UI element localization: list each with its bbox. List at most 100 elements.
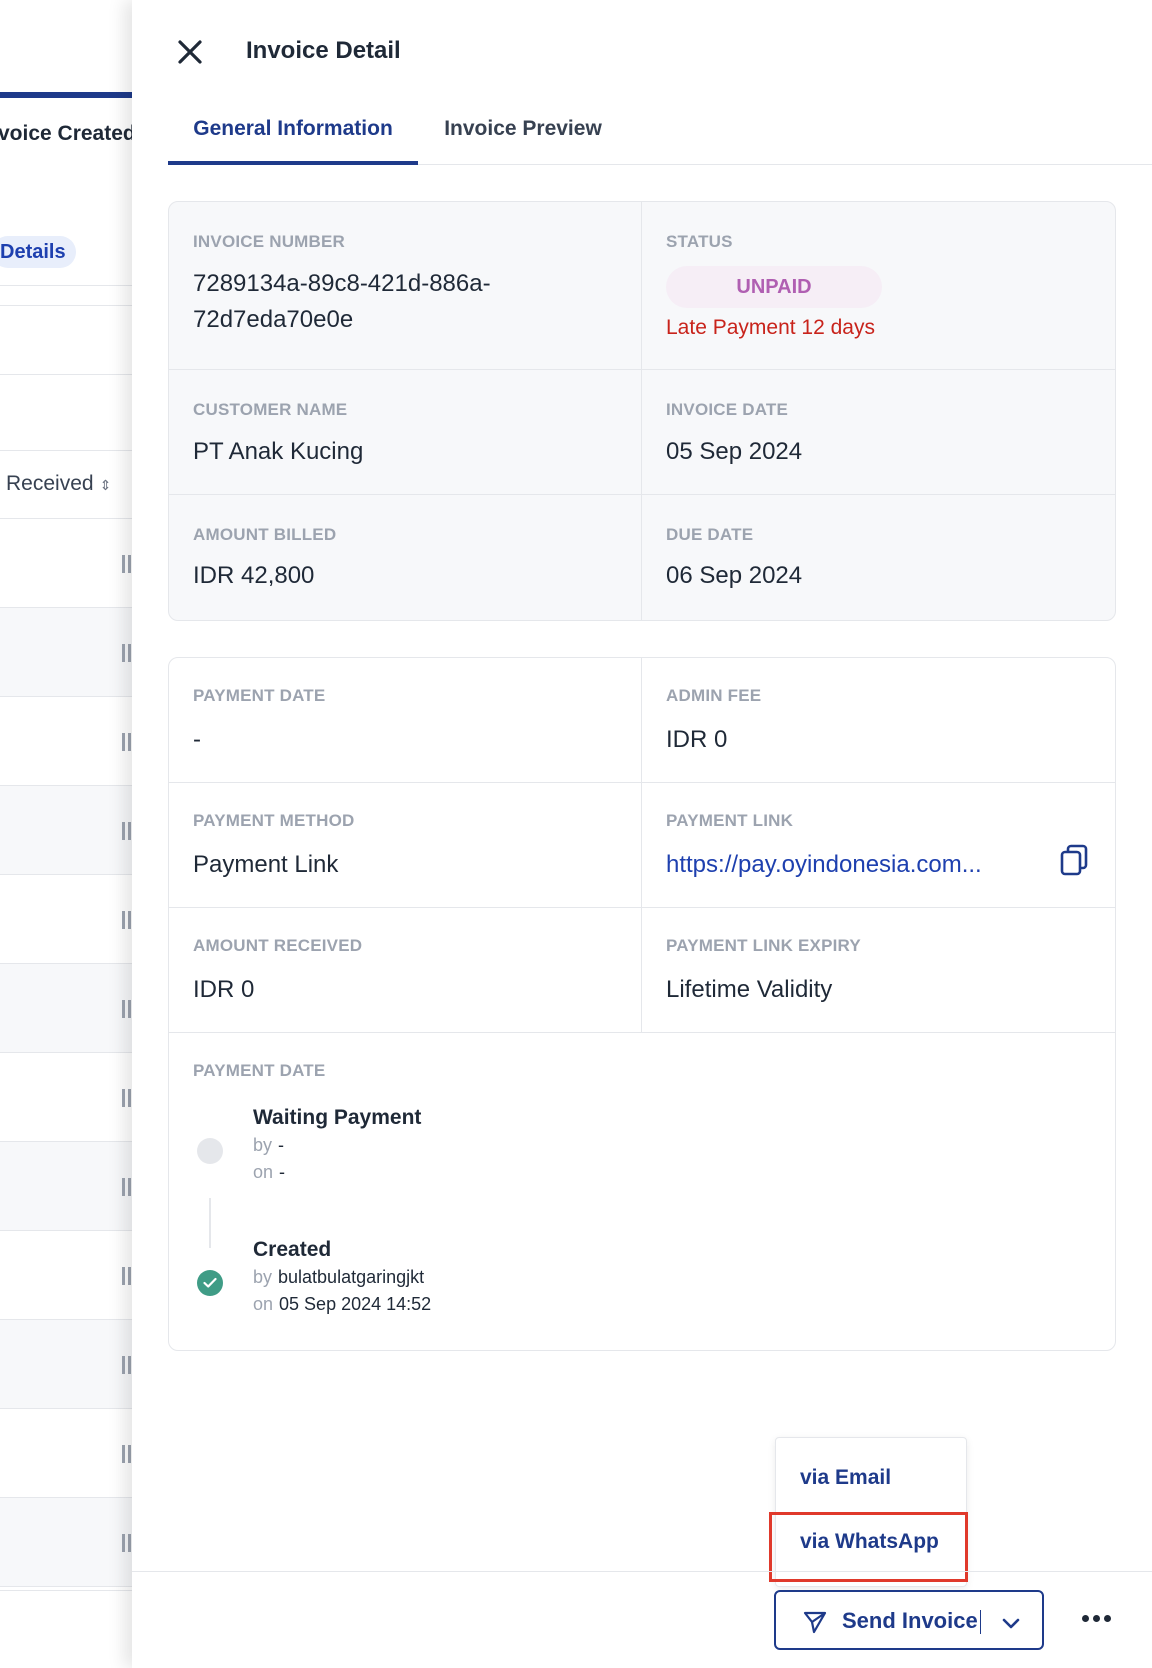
send-invoice-label: Send Invoice — [842, 1608, 978, 1633]
background-table-row[interactable] — [0, 1320, 140, 1409]
row-action-icon[interactable] — [122, 1267, 131, 1285]
tab-general-information[interactable]: General Information — [168, 110, 418, 165]
customer-name-cell: CUSTOMER NAME PT Anak Kucing — [169, 370, 642, 495]
payment-details-card: PAYMENT DATE - ADMIN FEE IDR 0 PAYMENT M… — [168, 657, 1116, 1351]
payment-method-label: PAYMENT METHOD — [193, 811, 355, 830]
payment-link-value[interactable]: https://pay.oyindonesia.com... — [666, 847, 982, 883]
amount-billed-cell: AMOUNT BILLED IDR 42,800 — [169, 495, 642, 620]
invoice-date-cell: INVOICE DATE 05 Sep 2024 — [642, 370, 1115, 495]
timeline-step-on: on - — [253, 1162, 286, 1182]
background-table-row[interactable] — [0, 786, 140, 875]
row-action-icon[interactable] — [122, 644, 131, 662]
tab-bar: General Information Invoice Preview — [168, 110, 1152, 165]
background-table-row[interactable] — [0, 1409, 140, 1498]
column-header-label: Received — [6, 472, 94, 495]
send-via-whatsapp-option[interactable]: via WhatsApp — [776, 1512, 966, 1572]
background-divider — [0, 450, 140, 451]
drawer-title: Invoice Detail — [246, 37, 401, 64]
row-action-icon[interactable] — [122, 733, 131, 751]
payment-link-expiry-cell: PAYMENT LINK EXPIRY Lifetime Validity — [642, 908, 1115, 1033]
timeline-step-title: Created — [253, 1238, 332, 1261]
admin-fee-label: ADMIN FEE — [666, 686, 762, 705]
payment-method-cell: PAYMENT METHOD Payment Link — [169, 783, 642, 908]
payment-date-label: PAYMENT DATE — [193, 686, 326, 705]
more-horizontal-icon — [1082, 1615, 1089, 1622]
amount-billed-value: IDR 42,800 — [193, 562, 315, 589]
background-table-row[interactable] — [0, 964, 140, 1053]
row-action-icon[interactable] — [122, 911, 131, 929]
background-table-row[interactable] — [0, 1231, 140, 1320]
status-label: STATUS — [666, 232, 733, 251]
send-via-email-option[interactable]: via Email — [776, 1448, 966, 1508]
due-date-cell: DUE DATE 06 Sep 2024 — [642, 495, 1115, 620]
payment-link-label: PAYMENT LINK — [666, 811, 794, 830]
send-invoice-button[interactable]: Send Invoice — [774, 1590, 1044, 1650]
due-date-value: 06 Sep 2024 — [666, 562, 803, 589]
payment-date-cell: PAYMENT DATE - — [169, 658, 642, 783]
close-icon — [178, 40, 202, 64]
timeline-step-by: by - — [253, 1135, 285, 1155]
close-button[interactable] — [174, 36, 206, 68]
invoice-summary-card: INVOICE NUMBER 7289134a-89c8-421d-886a- … — [168, 201, 1116, 621]
background-column-header[interactable]: Received ⇕ — [6, 472, 111, 496]
copy-link-button[interactable] — [1059, 843, 1089, 877]
timeline-connector — [209, 1198, 211, 1248]
tab-invoice-preview[interactable]: Invoice Preview — [418, 110, 628, 165]
background-table-row[interactable] — [0, 697, 140, 786]
background-table-row[interactable] — [0, 1498, 140, 1587]
status-badge: UNPAID — [666, 266, 882, 308]
background-details-pill[interactable]: Details — [0, 236, 76, 268]
background-table-row[interactable] — [0, 519, 140, 608]
chevron-down-icon[interactable] — [1000, 1612, 1022, 1634]
row-action-icon[interactable] — [122, 1089, 131, 1107]
footer-divider — [132, 1571, 1152, 1572]
row-action-icon[interactable] — [122, 1178, 131, 1196]
customer-name-value: PT Anak Kucing — [193, 438, 364, 465]
background-divider — [0, 374, 140, 375]
invoice-number-line1: 7289134a-89c8-421d-886a- — [193, 270, 491, 297]
button-divider — [980, 1610, 981, 1634]
background-table-row[interactable] — [0, 608, 140, 697]
payment-link-cell: PAYMENT LINK https://pay.oyindonesia.com… — [642, 783, 1115, 908]
row-action-icon[interactable] — [122, 1445, 131, 1463]
payment-link-expiry-label: PAYMENT LINK EXPIRY — [666, 936, 861, 955]
row-action-icon[interactable] — [122, 555, 131, 573]
invoice-date-value: 05 Sep 2024 — [666, 438, 803, 465]
invoice-detail-drawer: Invoice Detail General Information Invoi… — [132, 0, 1152, 1668]
background-tab-label[interactable]: voice Created — [0, 122, 136, 146]
row-action-icon[interactable] — [122, 822, 131, 840]
more-horizontal-icon — [1093, 1615, 1100, 1622]
timeline-step-by: by bulatbulatgaringjkt — [253, 1267, 425, 1287]
payment-link-expiry-value: Lifetime Validity — [666, 976, 833, 1003]
payment-method-value: Payment Link — [193, 851, 339, 878]
payment-history-cell: PAYMENT DATE Waiting Payment by - on - Cre… — [169, 1033, 1115, 1350]
payment-history-label: PAYMENT DATE — [193, 1061, 326, 1080]
row-action-icon[interactable] — [122, 1000, 131, 1018]
background-page: voice Created Details Received ⇕ — [0, 0, 140, 1668]
background-divider — [0, 1590, 140, 1591]
completed-step-icon — [197, 1270, 223, 1296]
check-icon — [203, 1277, 217, 1288]
amount-received-cell: AMOUNT RECEIVED IDR 0 — [169, 908, 642, 1033]
timeline-step-on: on 05 Sep 2024 14:52 — [253, 1294, 432, 1314]
paper-plane-icon — [803, 1611, 827, 1634]
invoice-number-cell: INVOICE NUMBER 7289134a-89c8-421d-886a- … — [169, 202, 642, 370]
amount-billed-label: AMOUNT BILLED — [193, 525, 337, 544]
background-active-tab-indicator — [0, 92, 140, 98]
row-action-icon[interactable] — [122, 1356, 131, 1374]
admin-fee-cell: ADMIN FEE IDR 0 — [642, 658, 1115, 783]
invoice-date-label: INVOICE DATE — [666, 400, 789, 419]
row-action-icon[interactable] — [122, 1534, 131, 1552]
more-options-button[interactable] — [1078, 1604, 1118, 1634]
amount-received-value: IDR 0 — [193, 976, 255, 1003]
invoice-number-line2: 72d7eda70e0e — [193, 306, 354, 333]
send-invoice-dropdown: via Email via WhatsApp — [775, 1437, 967, 1587]
copy-icon — [1060, 844, 1088, 876]
background-divider — [0, 305, 140, 306]
background-table-row[interactable] — [0, 875, 140, 964]
admin-fee-value: IDR 0 — [666, 726, 728, 753]
background-table-row[interactable] — [0, 1142, 140, 1231]
more-horizontal-icon — [1104, 1615, 1111, 1622]
background-table-row[interactable] — [0, 1053, 140, 1142]
invoice-number-label: INVOICE NUMBER — [193, 232, 346, 251]
